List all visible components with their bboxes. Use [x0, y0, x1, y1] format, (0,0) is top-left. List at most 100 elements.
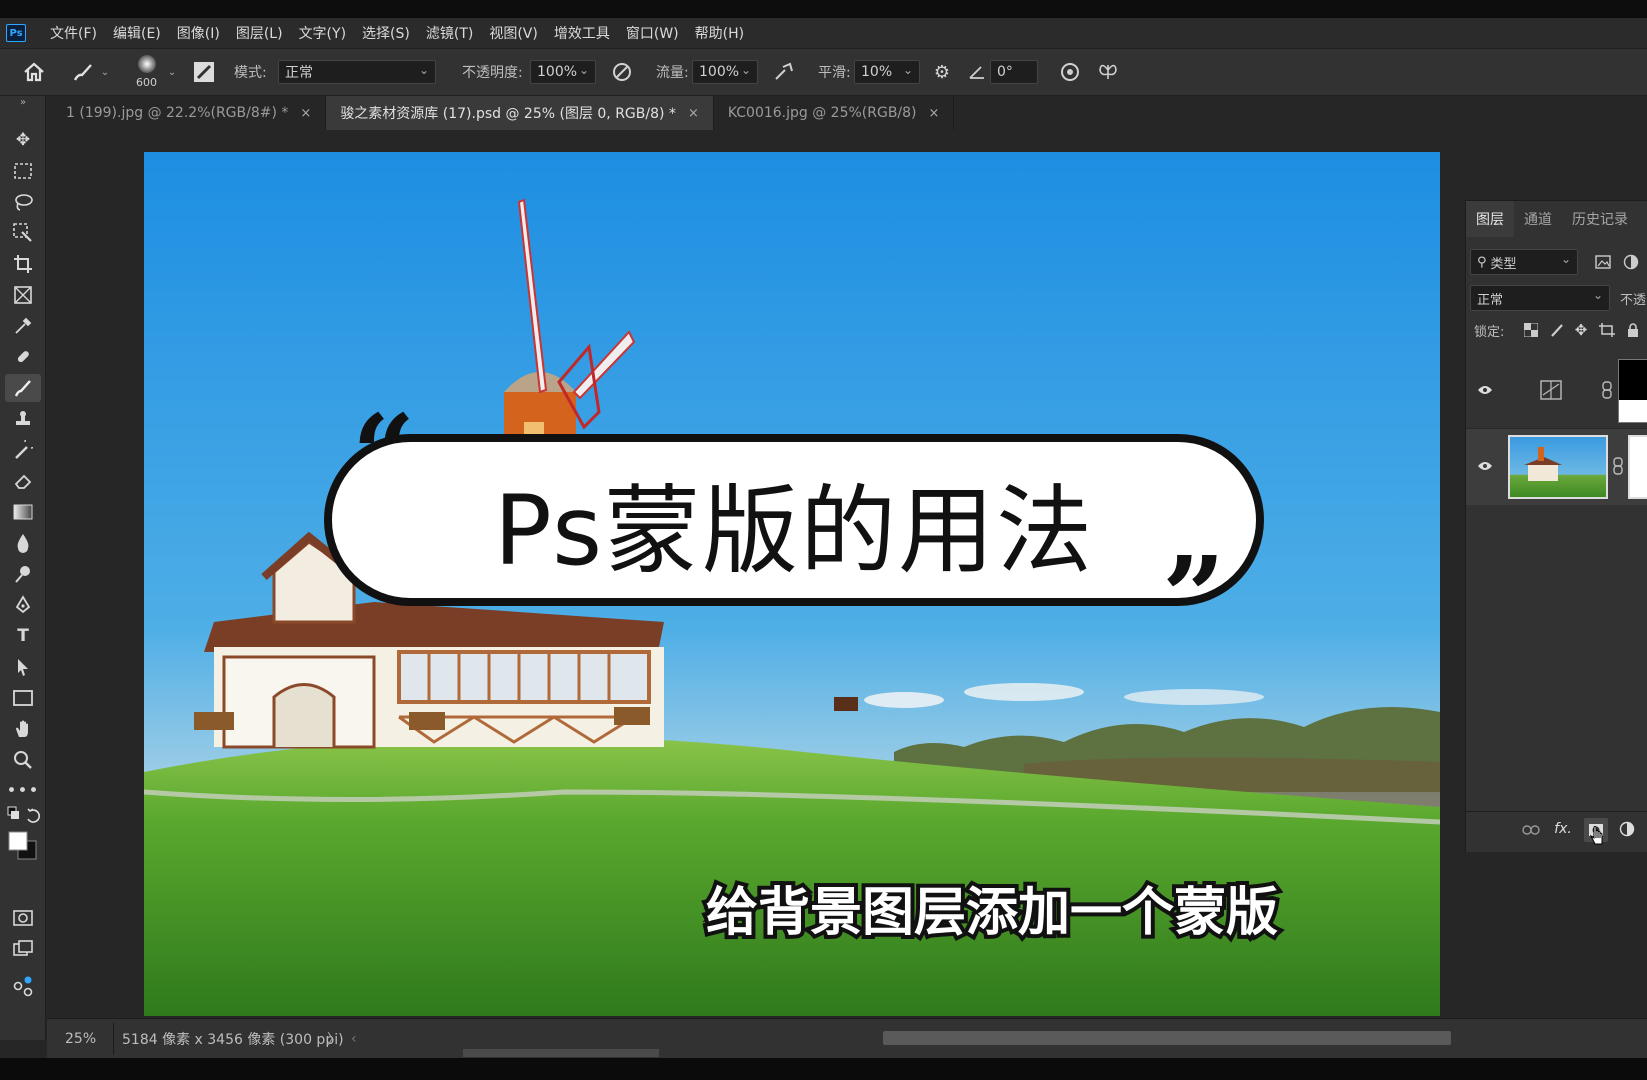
menu-view[interactable]: 视图(V)	[481, 23, 546, 43]
menu-filter[interactable]: 滤镜(T)	[418, 23, 481, 43]
chevron-right-icon[interactable]: 〉	[327, 1023, 341, 1055]
rectangle-tool-icon[interactable]	[5, 684, 41, 712]
tab-document-2[interactable]: 骏之素材资源库 (17).psd @ 25% (图层 0, RGB/8) * ×	[326, 96, 714, 130]
path-selection-tool-icon[interactable]	[5, 653, 41, 681]
tab-document-3[interactable]: KC0016.jpg @ 25%(RGB/8) ×	[714, 96, 955, 130]
share-icon[interactable]	[5, 972, 41, 1000]
gear-icon[interactable]: ⚙	[930, 61, 954, 83]
blur-tool-icon[interactable]	[5, 529, 41, 557]
close-icon[interactable]: ×	[929, 106, 940, 121]
chevron-down-icon[interactable]: ⌄	[165, 61, 179, 83]
dodge-tool-icon[interactable]	[5, 560, 41, 588]
crop-tool-icon[interactable]	[5, 250, 41, 278]
quick-mask-icon[interactable]	[5, 904, 41, 932]
lock-pixels-icon[interactable]	[1548, 321, 1566, 339]
eye-icon[interactable]	[1474, 379, 1496, 401]
close-icon[interactable]: ×	[688, 106, 699, 121]
tab-document-1[interactable]: 1 (199).jpg @ 22.2%(RGB/8#) * ×	[52, 96, 327, 130]
link-layers-icon[interactable]	[1520, 820, 1542, 840]
pressure-size-icon[interactable]	[1058, 61, 1082, 83]
title-band	[0, 0, 1647, 18]
pen-tool-icon[interactable]	[5, 591, 41, 619]
blend-mode-select[interactable]: 正常 ⌄	[1470, 285, 1610, 311]
menu-layer[interactable]: 图层(L)	[228, 23, 291, 43]
tab-channels[interactable]: 通道	[1514, 201, 1562, 237]
document-canvas[interactable]: “ ” Ps蒙版的用法 给背景图层添加一个蒙版 给背景图层添加一个蒙版	[144, 152, 1440, 1016]
layer-mask-thumbnail[interactable]	[1628, 435, 1647, 499]
chevron-down-icon: ⌄	[902, 63, 913, 77]
angle-icon	[966, 61, 988, 83]
scroll-left-icon[interactable]: ‹	[351, 1023, 357, 1055]
layer-thumbnail[interactable]	[1508, 435, 1608, 499]
menu-edit[interactable]: 编辑(E)	[105, 23, 169, 43]
menu-type[interactable]: 文字(Y)	[291, 23, 354, 43]
airbrush-icon[interactable]	[772, 61, 796, 83]
clone-stamp-tool-icon[interactable]	[5, 405, 41, 433]
layer-row[interactable]	[1466, 353, 1647, 429]
brush-settings-panel-icon[interactable]	[192, 60, 216, 84]
close-icon[interactable]: ×	[300, 106, 311, 121]
document-info[interactable]: 5184 像素 x 3456 像素 (300 ppi)	[113, 1023, 344, 1055]
tab-history[interactable]: 历史记录	[1562, 201, 1638, 237]
object-selection-tool-icon[interactable]	[5, 219, 41, 247]
history-brush-tool-icon[interactable]	[5, 436, 41, 464]
zoom-tool-icon[interactable]	[5, 746, 41, 774]
screen-mode-icon[interactable]	[5, 935, 41, 963]
menu-plugins[interactable]: 增效工具	[546, 23, 618, 43]
marquee-tool-icon[interactable]	[5, 157, 41, 185]
healing-brush-tool-icon[interactable]	[5, 343, 41, 371]
adjustment-filter-icon[interactable]	[1620, 251, 1642, 273]
zoom-level[interactable]: 25%	[65, 1023, 96, 1055]
image-filter-icon[interactable]	[1592, 251, 1614, 273]
new-adjustment-layer-icon[interactable]	[1616, 818, 1638, 840]
type-tool-icon[interactable]: T	[5, 622, 41, 650]
eye-icon[interactable]	[1474, 455, 1496, 477]
brush-tool-icon[interactable]	[5, 374, 41, 402]
smoothing-input[interactable]: 10% ⌄	[854, 60, 920, 84]
layer-row-selected[interactable]	[1466, 429, 1647, 505]
tab-layers[interactable]: 图层	[1466, 201, 1514, 237]
link-icon[interactable]	[1612, 455, 1624, 477]
fx-icon[interactable]: fx.	[1552, 818, 1574, 840]
lock-all-icon[interactable]	[1624, 321, 1642, 339]
more-tools-icon[interactable]: •••	[5, 777, 41, 805]
menu-help[interactable]: 帮助(H)	[687, 23, 752, 43]
eraser-tool-icon[interactable]	[5, 467, 41, 495]
chevron-down-icon[interactable]: ⌄	[98, 61, 112, 83]
home-icon[interactable]	[22, 61, 46, 83]
gradient-tool-icon[interactable]	[5, 498, 41, 526]
brush-tip-icon[interactable]	[136, 53, 158, 75]
opacity-input[interactable]: 100% ⌄	[530, 60, 596, 84]
status-bar: 25% 5184 像素 x 3456 像素 (300 ppi) 〉 ‹	[47, 1018, 1647, 1058]
link-icon[interactable]	[1600, 379, 1614, 401]
flow-input[interactable]: 100% ⌄	[692, 60, 758, 84]
layer-filter-select[interactable]: ⚲ 类型 ⌄	[1470, 249, 1578, 275]
lasso-tool-icon[interactable]	[5, 188, 41, 216]
lock-position-icon[interactable]: ✥	[1572, 321, 1590, 339]
menu-file[interactable]: 文件(F)	[42, 23, 105, 43]
horizontal-scrollbar-thumb[interactable]	[883, 1031, 1451, 1045]
opacity-value: 100%	[537, 64, 578, 80]
menu-window[interactable]: 窗口(W)	[618, 23, 687, 43]
angle-input[interactable]: 0°	[990, 60, 1038, 84]
ps-logo-icon[interactable]: Ps	[6, 24, 26, 42]
symmetry-butterfly-icon[interactable]	[1096, 61, 1120, 83]
lock-artboard-icon[interactable]	[1598, 321, 1616, 339]
hand-tool-icon[interactable]	[5, 715, 41, 743]
pressure-opacity-icon[interactable]	[610, 61, 634, 83]
move-tool-icon[interactable]: ✥	[5, 126, 41, 154]
swap-colors-icon[interactable]	[5, 804, 41, 826]
lock-transparent-icon[interactable]	[1522, 321, 1540, 339]
mouse-cursor-icon	[1589, 826, 1604, 846]
color-swatches[interactable]	[5, 828, 41, 864]
eyedropper-tool-icon[interactable]	[5, 312, 41, 340]
options-bar: ⌄ 600 ⌄ 模式: 正常 ⌄ 不透明度: 100% ⌄ 流量: 100% ⌄ 平滑…	[0, 48, 1647, 96]
brush-preset-icon[interactable]	[70, 61, 96, 83]
menu-select[interactable]: 选择(S)	[354, 23, 418, 43]
collapse-chevron-icon[interactable]: »	[5, 96, 41, 108]
menu-image[interactable]: 图像(I)	[169, 23, 228, 43]
layer-mask-thumbnail[interactable]	[1618, 359, 1647, 423]
timeline-scroll-thumb[interactable]	[463, 1049, 659, 1057]
mode-select[interactable]: 正常 ⌄	[278, 60, 436, 84]
frame-tool-icon[interactable]	[5, 281, 41, 309]
